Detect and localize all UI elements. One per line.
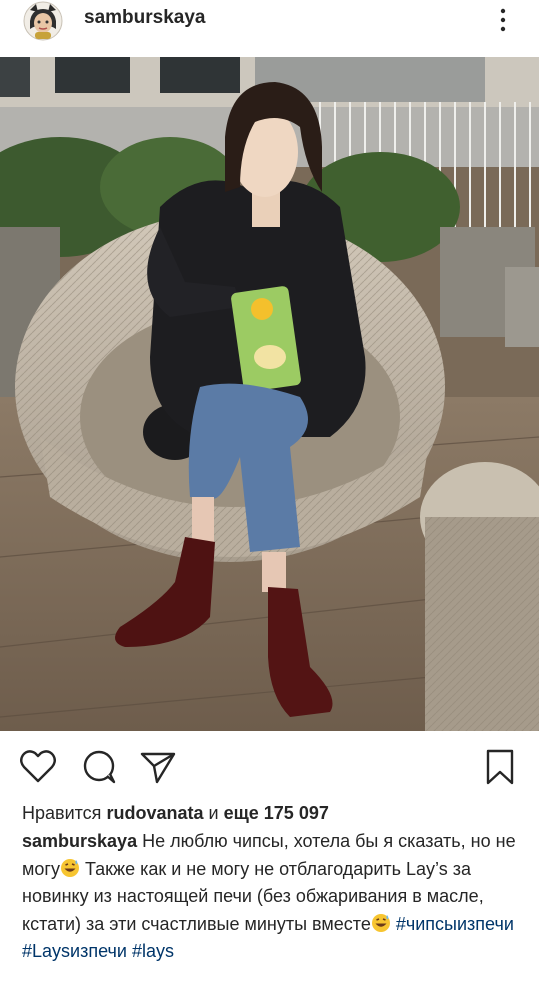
hashtag[interactable]: #lays <box>132 941 174 961</box>
grinning-sweat-emoji <box>371 913 391 933</box>
action-bar <box>0 740 539 788</box>
post-caption: samburskaya Не люблю чипсы, хотела бы я … <box>22 828 522 966</box>
more-vertical-icon[interactable] <box>494 5 512 35</box>
hashtag[interactable]: #Laysизпечи <box>22 941 127 961</box>
likes-connector: и <box>208 803 219 823</box>
paper-plane-icon[interactable] <box>138 747 178 787</box>
likes-count[interactable]: еще 175 097 <box>224 803 329 823</box>
bookmark-icon[interactable] <box>480 747 520 787</box>
hashtag[interactable]: #чипсыизпечи <box>396 914 514 934</box>
likes-line: Нравится rudovanata и еще 175 097 <box>22 802 329 824</box>
heart-icon[interactable] <box>18 747 58 787</box>
comment-icon[interactable] <box>79 747 119 787</box>
liked-by-user[interactable]: rudovanata <box>106 803 203 823</box>
caption-username[interactable]: samburskaya <box>22 831 137 851</box>
grinning-sweat-emoji <box>60 858 80 878</box>
avatar[interactable] <box>20 1 66 41</box>
post-header: samburskaya <box>0 0 539 52</box>
post-photo[interactable] <box>0 57 539 731</box>
post-username[interactable]: samburskaya <box>84 7 205 29</box>
likes-prefix: Нравится <box>22 803 102 823</box>
